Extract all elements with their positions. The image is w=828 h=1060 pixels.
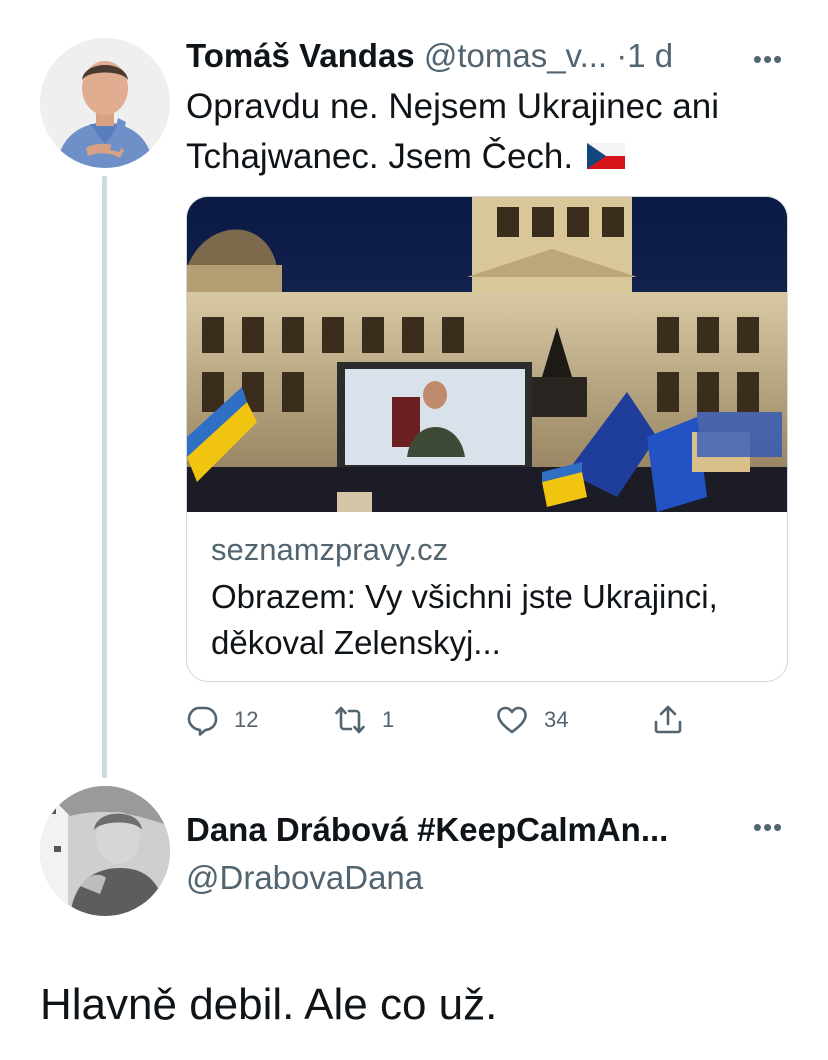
author-photo <box>40 38 170 168</box>
reply-text: Hlavně debil. Ale co už. <box>40 980 498 1029</box>
share-icon <box>654 705 682 734</box>
card-body: seznamzpravy.cz Obrazem: Vy všichni jste… <box>187 512 787 666</box>
tweet-time[interactable]: 1 d <box>627 37 673 74</box>
reply-author-photo <box>40 786 170 916</box>
like-button[interactable]: 34 <box>496 700 568 740</box>
reply-count: 12 <box>234 707 259 732</box>
reply-icon <box>187 706 218 736</box>
czech-flag-icon <box>586 143 625 169</box>
tweet-text-content: Opravdu ne. Nejsem Ukrajinec ani Tchajwa… <box>186 87 720 176</box>
tweet-header: Tomáš Vandas @tomas_v... ·1 d <box>186 34 786 78</box>
author-handle[interactable]: @tomas_v... <box>424 37 607 74</box>
tweet-text: Opravdu ne. Nejsem Ukrajinec ani Tchajwa… <box>186 82 796 182</box>
more-horizontal-icon: ••• <box>752 812 784 842</box>
tweet[interactable]: Tomáš Vandas @tomas_v... ·1 d ••• Opravd… <box>0 0 828 790</box>
reply-author-handle[interactable]: @DrabovaDana <box>186 856 423 900</box>
like-count: 34 <box>544 707 569 732</box>
author-name[interactable]: Tomáš Vandas <box>186 37 415 74</box>
reply-button[interactable]: 12 <box>186 700 258 740</box>
tweet-actions: 12 1 34 <box>186 700 786 740</box>
more-options-button[interactable]: ••• <box>748 44 788 74</box>
card-title: Obrazem: Vy všichni jste Ukrajinci, děko… <box>211 578 718 661</box>
card-domain: seznamzpravy.cz <box>211 532 449 567</box>
share-button[interactable] <box>652 700 684 740</box>
card-image <box>187 197 787 512</box>
more-horizontal-icon: ••• <box>752 44 784 74</box>
author-avatar[interactable] <box>40 38 170 168</box>
thread-line <box>102 176 107 778</box>
reply-author-avatar[interactable] <box>40 786 170 916</box>
heart-icon <box>497 706 527 734</box>
link-card[interactable]: seznamzpravy.cz Obrazem: Vy všichni jste… <box>186 196 788 682</box>
retweet-icon <box>335 706 365 734</box>
retweet-count: 1 <box>382 707 395 732</box>
retweet-button[interactable]: 1 <box>334 700 394 740</box>
reply-author-name[interactable]: Dana Drábová #KeepCalmAn... <box>186 808 746 852</box>
separator-dot: · <box>616 37 628 74</box>
reply-more-options-button[interactable]: ••• <box>748 812 788 842</box>
